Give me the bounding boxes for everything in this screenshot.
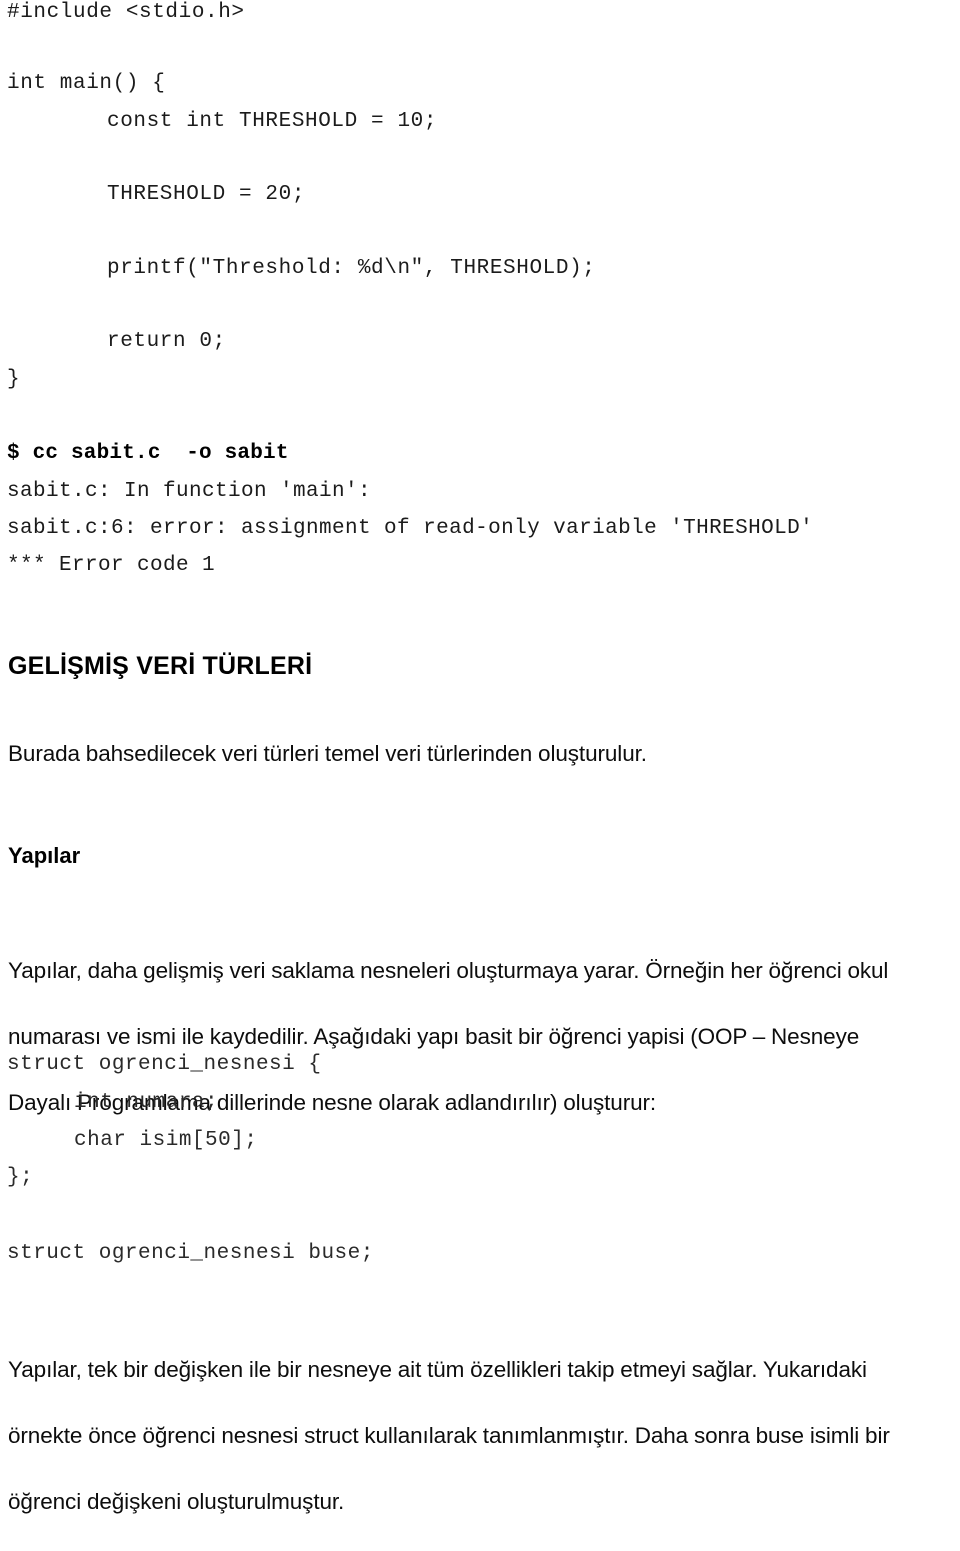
struct-line-numara: int numara; — [74, 1091, 219, 1114]
code-line-closing-brace: } — [7, 368, 21, 391]
section-intro-paragraph: Burada bahsedilecek veri türleri temel v… — [8, 741, 647, 766]
paragraph-structs: Yapılar, daha gelişmiş veri saklama nesn… — [8, 921, 960, 1152]
code-line-include: #include <stdio.h> — [7, 1, 245, 24]
code-line-main: int main() { — [7, 72, 166, 95]
struct-line-close: }; — [7, 1166, 34, 1189]
code-line-threshold-assign: THRESHOLD = 20; — [107, 183, 306, 206]
code-line-return: return 0; — [107, 330, 226, 353]
document-page: #include <stdio.h> int main() { const in… — [0, 0, 960, 1514]
terminal-output-line-3: *** Error code 1 — [7, 554, 216, 577]
section-heading: GELİŞMİŞ VERİ TÜRLERİ — [8, 652, 313, 680]
code-line-const-threshold: const int THRESHOLD = 10; — [107, 110, 438, 133]
struct-line-isim: char isim[50]; — [74, 1129, 258, 1152]
paragraph-closing-line-3: öğrenci değişkeni oluşturulmuştur. — [8, 1489, 345, 1514]
subsection-heading-yapilar: Yapılar — [8, 843, 81, 868]
paragraph-structs-line-1: Yapılar, daha gelişmiş veri saklama nesn… — [8, 958, 889, 983]
struct-variable-declaration: struct ogrenci_nesnesi buse; — [7, 1242, 374, 1265]
paragraph-closing-line-1: Yapılar, tek bir değişken ile bir nesney… — [8, 1357, 867, 1382]
paragraph-structs-line-2: numarası ve ismi ile kaydedilir. Aşağıda… — [8, 1024, 860, 1049]
terminal-command-line: $ cc sabit.c -o sabit — [7, 442, 289, 465]
terminal-output-line-1: sabit.c: In function 'main': — [7, 480, 372, 503]
terminal-output-line-2: sabit.c:6: error: assignment of read-onl… — [7, 517, 814, 540]
paragraph-closing-line-2: örnekte önce öğrenci nesnesi struct kull… — [8, 1423, 890, 1448]
paragraph-closing: Yapılar, tek bir değişken ile bir nesney… — [8, 1320, 960, 1551]
code-line-printf: printf("Threshold: %d\n", THRESHOLD); — [107, 257, 596, 280]
struct-line-open: struct ogrenci_nesnesi { — [7, 1053, 322, 1076]
